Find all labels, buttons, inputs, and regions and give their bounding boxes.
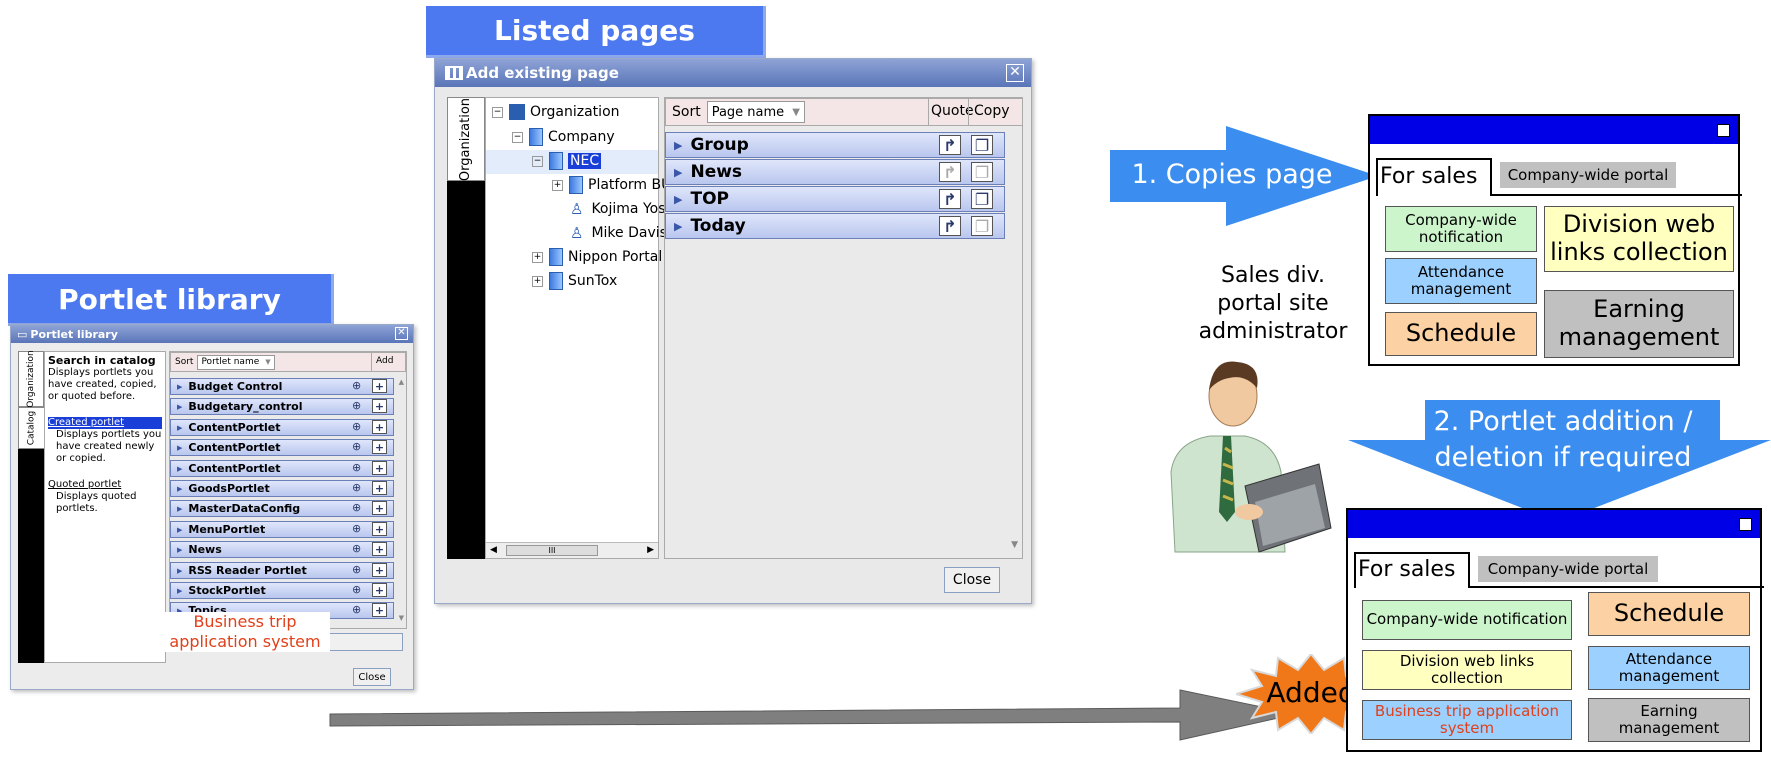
mockup-divider	[1492, 194, 1742, 196]
mockup-title-bar	[1370, 116, 1738, 144]
portlet-box: Company-wide notification	[1362, 600, 1572, 640]
mockup-tab-for-sales: For sales	[1354, 552, 1470, 588]
maximize-icon	[1717, 124, 1730, 137]
admin-label: Sales div. portal site administrator	[1198, 263, 1348, 344]
portlet-box: Attendance management	[1385, 258, 1537, 304]
portlet-box: Business trip application system	[1362, 700, 1572, 740]
portlet-box: Attendance management	[1588, 646, 1750, 690]
portlet-box: Division web links collection	[1544, 206, 1734, 272]
mockup-tab-company-portal: Company-wide portal	[1478, 556, 1658, 582]
portlet-box: Division web links collection	[1362, 650, 1572, 690]
portlet-box: Schedule	[1385, 312, 1537, 356]
step1-label: 1. Copies page	[1131, 159, 1333, 190]
portlet-box: Company-wide notification	[1385, 206, 1537, 252]
portal-mockup-before: For sales Company-wide portal Company-wi…	[1368, 114, 1742, 366]
mockup-tab-company-portal: Company-wide portal	[1500, 162, 1676, 188]
maximize-icon	[1739, 518, 1752, 531]
gray-connector-arrow	[329, 689, 1297, 741]
mockup-title-bar	[1348, 510, 1760, 538]
portlet-box: Earning management	[1544, 290, 1734, 358]
portal-mockup-after: For sales Company-wide portal Company-wi…	[1346, 508, 1764, 752]
administrator-illustration	[1170, 361, 1332, 553]
mockup-tab-for-sales: For sales	[1376, 158, 1492, 196]
portlet-box: Schedule	[1588, 592, 1750, 636]
mockup-divider	[1470, 586, 1764, 588]
portlet-box: Earning management	[1588, 698, 1750, 742]
step2-label: 2. Portlet addition / deletion if requir…	[1433, 406, 1693, 473]
